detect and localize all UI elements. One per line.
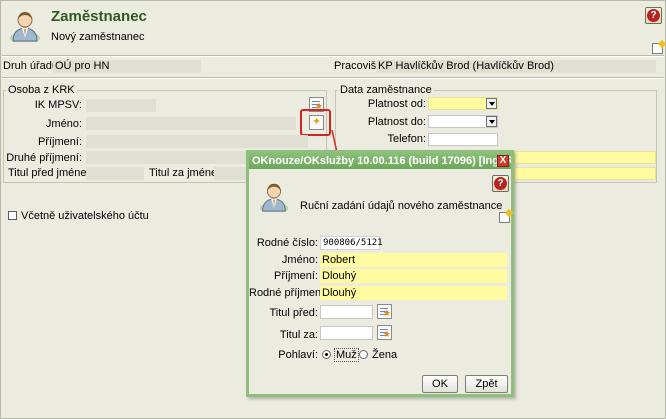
titul-za-picker-icon[interactable]: ★ [377, 325, 392, 340]
dialog-prijmeni-input[interactable]: Dlouhý [320, 269, 507, 283]
gender-female-radio[interactable] [359, 350, 368, 359]
dialog-close-button[interactable]: X [497, 155, 509, 167]
ik-mpsv-field [86, 99, 156, 112]
dialog-header-text: Ruční zadání údajů nového zaměstnance [300, 200, 503, 212]
help-button[interactable]: ? [645, 7, 662, 24]
dialog-help-icon: ? [494, 177, 507, 190]
dialog-prijmeni-label: Příjmení: [273, 270, 318, 282]
header-divider-highlight [2, 56, 664, 57]
pohlavi-label: Pohlaví: [278, 349, 318, 361]
dialog-jmeno-label: Jméno: [281, 254, 318, 266]
pracoviste-value: KP Havlíčkův Brod (Havlíčkův Brod) [376, 60, 656, 73]
page-subtitle: Nový zaměstnanec [51, 31, 145, 43]
employment-data-legend: Data zaměstnance [338, 84, 434, 96]
telefon-label: Telefon: [387, 133, 426, 145]
osoba-krk-legend: Osoba z KRK [6, 84, 77, 96]
edit-note-icon[interactable] [652, 43, 663, 54]
gender-male-radio[interactable] [322, 350, 331, 359]
employee-avatar-icon [8, 8, 42, 44]
manual-entry-highlight [300, 109, 331, 136]
user-account-checkbox[interactable] [8, 211, 17, 220]
druhe-prijmeni-field [86, 151, 246, 164]
platnost-do-dropdown-icon[interactable] [486, 116, 497, 127]
jmeno-field [86, 117, 296, 130]
dialog-jmeno-input[interactable]: Robert [320, 253, 507, 267]
employment-field-yellow-1[interactable] [514, 151, 656, 164]
platnost-od-label: Platnost od: [367, 98, 426, 110]
user-account-checkbox-label: Včetně uživatelského účtu [21, 210, 149, 222]
gender-male-label[interactable]: Muž [334, 348, 359, 362]
dialog-avatar-icon [258, 180, 290, 214]
platnost-do-label: Platnost do: [367, 116, 426, 128]
titul-pred-field [86, 167, 144, 180]
prijmeni-label: Příjmení: [37, 136, 82, 148]
manual-entry-dialog: OKnouze/OKslužby 10.00.116 (build 17096)… [246, 150, 514, 397]
titul-za-field [214, 167, 248, 180]
gender-female-label[interactable]: Žena [372, 349, 397, 361]
office-divider-highlight [2, 78, 664, 79]
prijmeni-field [86, 135, 308, 148]
dialog-titul-za-label: Titul za: [279, 329, 318, 341]
ok-button[interactable]: OK [422, 375, 458, 393]
jmeno-label: Jméno: [45, 118, 82, 130]
ik-mpsv-label: IK MPSV: [34, 99, 82, 111]
rodne-cislo-label: Rodné číslo: [256, 237, 318, 249]
dialog-titul-pred-label: Titul před: [269, 307, 318, 319]
dialog-edit-note-icon[interactable] [499, 212, 510, 223]
druhe-prijmeni-label: Druhé příjmení: [6, 152, 82, 164]
employment-field-yellow-2[interactable] [514, 167, 656, 180]
back-button[interactable]: Zpět [465, 375, 508, 393]
page-title: Zaměstnanec [51, 8, 147, 25]
dialog-title: OKnouze/OKslužby 10.00.116 (build 17096)… [249, 153, 511, 169]
rodne-cislo-input[interactable]: 900806/5121 [320, 236, 383, 250]
dialog-titul-pred-input[interactable] [320, 305, 373, 319]
titul-pred-picker-icon[interactable]: ★ [377, 304, 392, 319]
dialog-titul-za-input[interactable] [320, 326, 373, 340]
telefon-input[interactable] [428, 133, 498, 146]
dialog-help-button[interactable]: ? [492, 175, 509, 192]
help-icon: ? [647, 9, 660, 22]
platnost-od-dropdown-icon[interactable] [486, 98, 497, 109]
rodne-prijmeni-label: Rodné příjmení: [249, 287, 328, 299]
rodne-prijmeni-input[interactable]: Dlouhý [320, 286, 507, 300]
druh-uradu-value: OÚ pro HN [53, 60, 201, 73]
